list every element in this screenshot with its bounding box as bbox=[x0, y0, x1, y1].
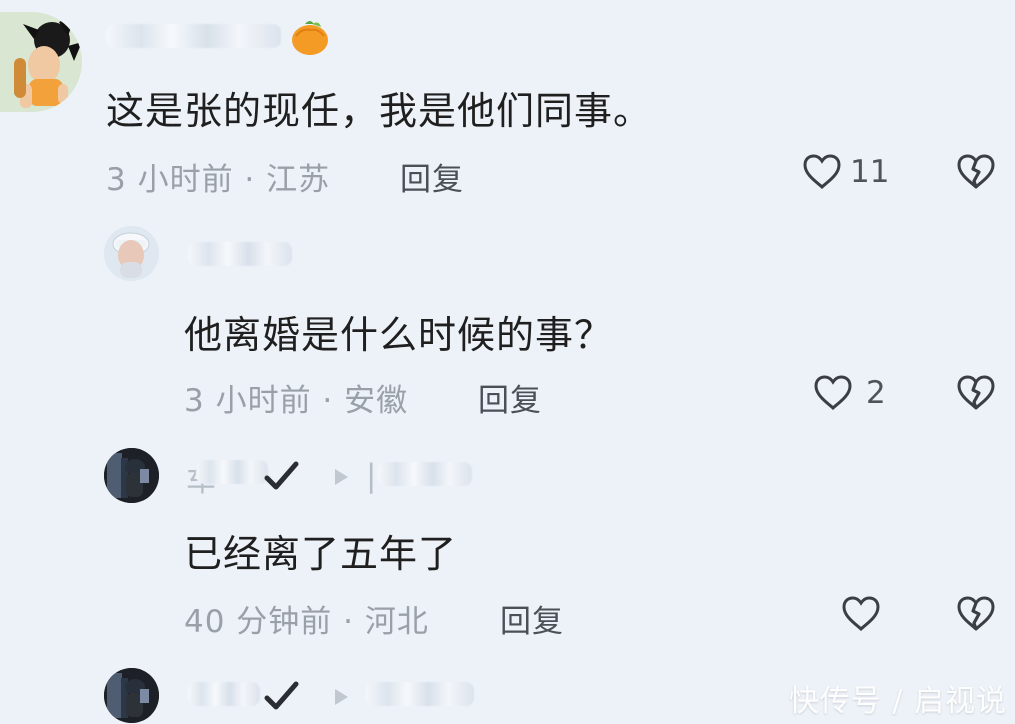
play-triangle-icon bbox=[335, 689, 348, 705]
reply-target-redacted bbox=[366, 682, 474, 706]
comment-4-partial bbox=[0, 0, 1015, 724]
username-redacted bbox=[188, 682, 260, 706]
watermark: 快传号 / 启视说 bbox=[788, 684, 1007, 719]
avatar[interactable] bbox=[104, 668, 159, 723]
checkmark-icon bbox=[264, 681, 299, 710]
avatar-image bbox=[104, 668, 159, 723]
